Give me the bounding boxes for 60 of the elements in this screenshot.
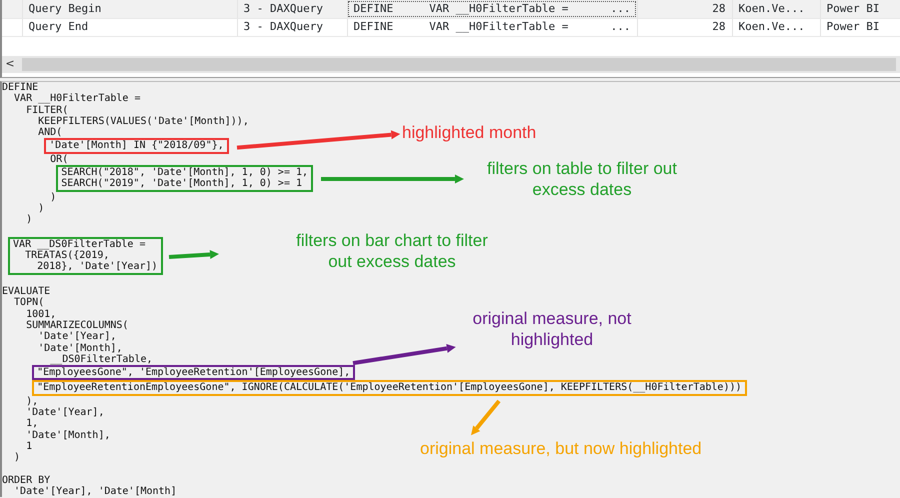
code-line: SUMMARIZECOLUMNS(	[25, 320, 128, 331]
code-line: 1,	[25, 418, 38, 430]
code-line: 'Date'[Year],	[37, 331, 116, 343]
code-line: DEFINE	[2, 82, 38, 93]
trace-row[interactable]: Query End 3 - DAXQuery DEFINE VAR __H0FilterTable = ... 28 Koen.Ve... Power BI	[2, 18, 900, 36]
application-text: Power BI	[826, 20, 880, 33]
query-text: DEFINE	[354, 0, 394, 16]
code-line: FILTER(	[25, 104, 68, 116]
annotation-text: highlighted month	[402, 122, 536, 143]
scroll-left-arrow[interactable]: <	[2, 56, 18, 73]
code-line: ORDER BY	[2, 474, 50, 486]
user-text: Koen.Ve...	[738, 20, 805, 33]
code-line: VAR __DS0FilterTable =	[13, 238, 146, 250]
code-line: SEARCH("2018", 'Date'[Month], 1, 0) >= 1,	[61, 167, 308, 178]
horizontal-scrollbar[interactable]: <	[2, 56, 900, 73]
code-line: 'Date'[Month],	[25, 430, 110, 441]
code-line: "EmployeeRetentionEmployeesGone", IGNORE(CALCULATE('EmployeeRetention'[EmployeesGone], KEEPFILTERS(__H0FilterTable)))	[37, 382, 742, 394]
duration-text: 28	[712, 2, 726, 14]
code-line: ),	[25, 396, 38, 407]
event-subclass-text: 3 - DAXQuery	[244, 20, 323, 33]
event-subclass-text: 3 - DAXQuery	[244, 2, 323, 14]
trace-row[interactable]: Query Begin 3 - DAXQuery DEFINE VAR __H0FilterTable = ... 28 Koen.Ve... Power BI	[2, 0, 900, 18]
code-line: 'Date'[Month] IN {"2018/09"},	[49, 140, 224, 152]
code-line: VAR __H0FilterTable =	[13, 93, 140, 105]
application-text: Power BI	[826, 2, 880, 14]
ellipsis-text: ...	[610, 18, 630, 35]
code-line: EVALUATE	[2, 286, 50, 298]
duration-text: 28	[712, 20, 726, 33]
code-line: OR(	[49, 154, 68, 166]
code-line: 1001,	[25, 308, 56, 320]
code-line: 1	[25, 440, 32, 452]
query-text: VAR __H0FilterTable =	[429, 18, 570, 35]
annotation-text: filters on table to filter out excess dates	[486, 158, 678, 200]
code-line: KEEPFILTERS(VALUES('Date'[Month])),	[37, 116, 249, 127]
code-line: SEARCH("2019", 'Date'[Month], 1, 0) >= 1	[61, 178, 302, 190]
code-line: )	[25, 214, 32, 226]
ellipsis-text: ...	[610, 0, 630, 16]
code-line: 2018}, 'Date'[Year])	[36, 261, 158, 273]
event-class-text: Query Begin	[28, 2, 102, 14]
query-text: DEFINE	[354, 18, 394, 35]
event-class-text: Query End	[28, 20, 88, 33]
code-line: )	[49, 192, 56, 203]
code-editor[interactable]	[0, 81, 900, 497]
arrow	[168, 250, 219, 259]
code-line: TREATAS({2019,	[24, 250, 110, 262]
arrow	[470, 399, 500, 435]
code-line: "EmployeesGone", 'EmployeeRetention'[EmployeesGone],	[37, 367, 350, 378]
code-line: )	[37, 202, 44, 214]
code-line: AND(	[37, 127, 62, 138]
code-line: )	[13, 452, 20, 464]
annotation-text: original measure, not highlighted	[472, 308, 632, 350]
code-line: 'Date'[Year], 'Date'[Month]	[13, 486, 177, 498]
user-text: Koen.Ve...	[738, 2, 805, 14]
code-line: 'Date'[Month],	[37, 342, 122, 354]
code-line: TOPN(	[13, 297, 44, 309]
annotation-text: original measure, but now highlighted	[420, 438, 702, 459]
query-text: VAR __H0FilterTable =	[429, 0, 570, 17]
code-line: 'Date'[Year],	[25, 407, 104, 418]
code-line: __DS0FilterTable,	[49, 354, 153, 366]
annotation-text: filters on bar chart to filter out excess dates	[295, 230, 489, 272]
